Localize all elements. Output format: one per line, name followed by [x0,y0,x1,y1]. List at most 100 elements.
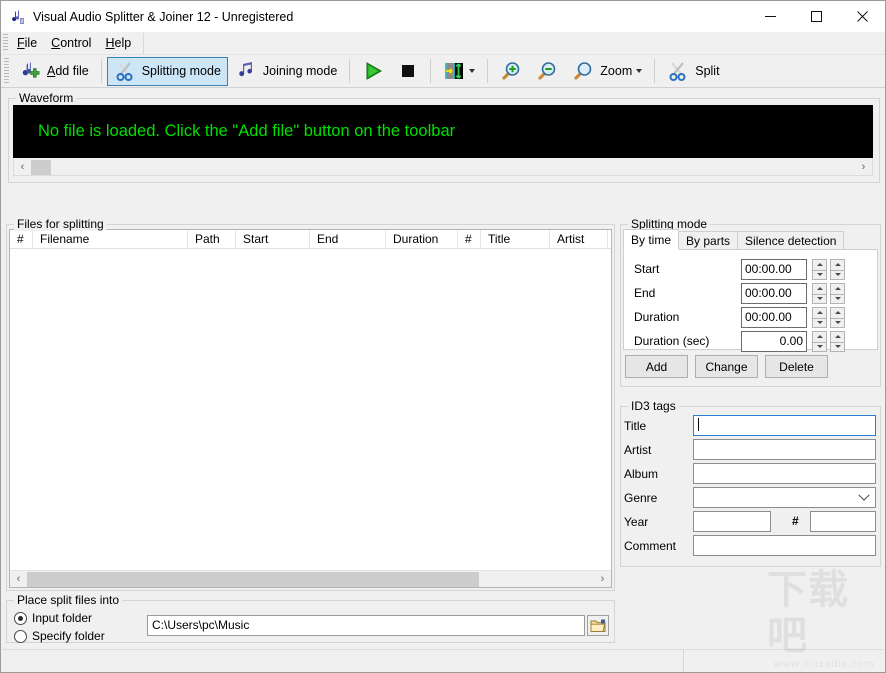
scrollbar-thumb[interactable] [31,159,51,175]
split-button[interactable]: Split [660,57,726,86]
spinner-up-button[interactable] [812,331,827,342]
scroll-right-icon[interactable]: › [855,160,872,175]
field-input-start[interactable]: 00:00.00 [741,259,807,280]
spinner-up-button[interactable] [830,283,845,294]
menu-item-help[interactable]: Help [98,33,138,53]
selection-dropdown-button[interactable] [436,57,482,86]
change-button[interactable]: Change [695,355,758,378]
spinner-up-button[interactable] [812,283,827,294]
spinner-up-button[interactable] [812,307,827,318]
add-button[interactable]: Add [625,355,688,378]
files-horizontal-scrollbar[interactable]: ‹ › [10,570,611,587]
files-column-header[interactable]: Artist [550,230,608,249]
spinner-seconds[interactable] [830,259,845,280]
spinner-up-button[interactable] [830,331,845,342]
menu-bar: File Control Help [1,32,885,55]
radio-input-folder[interactable]: Input folder [14,611,92,625]
spinner-minutes[interactable] [812,307,827,328]
field-input-duration[interactable]: 00:00.00 [741,307,807,328]
tab-silence-detection[interactable]: Silence detection [737,231,845,250]
zoom-button[interactable]: Zoom [565,57,649,86]
spinner-down-button[interactable] [812,269,827,280]
triangle-down-icon [834,297,841,301]
id3-genre-label: Genre [624,491,658,505]
radio-button-icon[interactable] [14,629,27,643]
window-title: Visual Audio Splitter & Joiner 12 - Unre… [33,9,294,24]
files-column-header[interactable]: Path [188,230,236,249]
splitting-mode-button[interactable]: Splitting mode [106,56,228,86]
id3-artist-input[interactable] [693,439,876,460]
add-file-button[interactable]: Add file [12,57,96,86]
spinner-minutes[interactable] [812,259,827,280]
spinner-up-button[interactable] [830,259,845,270]
spinner-down-button[interactable] [812,341,827,352]
id3-comment-input[interactable] [693,535,876,556]
main-toolbar: Add file Splitting mode Joining mode Zoo… [1,55,885,88]
toolbar-grip-icon [4,58,9,84]
files-column-header[interactable]: Start [236,230,310,249]
files-list-body[interactable] [10,249,611,570]
field-input-duration-sec[interactable]: 0.00 [741,331,807,352]
files-list[interactable]: # Filename Path Start End Duration # Title Artis… [9,229,612,588]
zoom-out-button[interactable] [529,57,565,86]
window-controls [747,1,885,32]
spinner-down-button[interactable] [812,293,827,304]
joining-mode-button[interactable]: Joining mode [228,57,344,86]
menu-item-file[interactable]: File [10,33,44,53]
delete-button[interactable]: Delete [765,355,828,378]
scrollbar-thumb[interactable] [27,571,479,587]
spinner-up-button[interactable] [812,259,827,270]
field-input-end[interactable]: 00:00.00 [741,283,807,304]
files-column-header[interactable]: # [10,230,33,249]
id3-title-input[interactable] [693,415,876,436]
chevron-down-icon [469,69,476,73]
spinner-down-button[interactable] [830,269,845,280]
browse-folder-button[interactable] [587,615,609,636]
spinner-seconds[interactable] [830,307,845,328]
menu-item-control[interactable]: Control [44,33,98,53]
stop-button[interactable] [391,57,425,86]
scroll-left-icon[interactable]: ‹ [10,572,27,587]
text-cursor-icon [698,418,699,431]
waveform-canvas[interactable]: No file is loaded. Click the "Add file" … [13,105,873,158]
minimize-button[interactable] [747,1,793,32]
files-column-header[interactable]: Duration [386,230,458,249]
spinner-down-button[interactable] [830,341,845,352]
scrollbar-track[interactable] [479,572,594,587]
id3-track-label: # [792,514,799,528]
scroll-right-icon[interactable]: › [594,572,611,587]
radio-button-icon[interactable] [14,611,27,625]
files-column-header[interactable]: End [310,230,386,249]
id3-year-input[interactable] [693,511,771,532]
id3-album-input[interactable] [693,463,876,484]
close-button[interactable] [839,1,885,32]
output-path-input[interactable]: C:\Users\pc\Music [147,615,585,636]
tab-by-parts[interactable]: By parts [678,231,739,250]
spinner-minutes[interactable] [812,283,827,304]
id3-genre-select[interactable] [693,487,876,508]
toolbar-separator [349,59,351,83]
spinner-down-button[interactable] [812,317,827,328]
chevron-down-icon [636,69,643,73]
spinner-seconds[interactable] [830,283,845,304]
maximize-button[interactable] [793,1,839,32]
spinner-up-button[interactable] [830,307,845,318]
files-column-header[interactable]: Title [481,230,550,249]
spinner-seconds[interactable] [830,331,845,352]
field-label-end: End [634,286,656,300]
zoom-in-button[interactable] [493,57,529,86]
tab-by-time[interactable]: By time [623,229,680,250]
files-column-header[interactable]: # [458,230,481,249]
spinner-down-button[interactable] [830,317,845,328]
spinner-down-button[interactable] [830,293,845,304]
id3-track-input[interactable] [810,511,876,532]
play-button[interactable] [355,57,391,86]
files-column-header[interactable]: Filename [33,230,188,249]
waveform-scrollbar[interactable]: ‹ › [13,159,873,176]
triangle-down-icon [816,321,823,325]
scrollbar-track[interactable] [51,160,855,175]
spinner-minutes[interactable] [812,331,827,352]
radio-specify-folder[interactable]: Specify folder [14,629,105,643]
menu-grip-icon [3,34,8,52]
scroll-left-icon[interactable]: ‹ [14,160,31,175]
